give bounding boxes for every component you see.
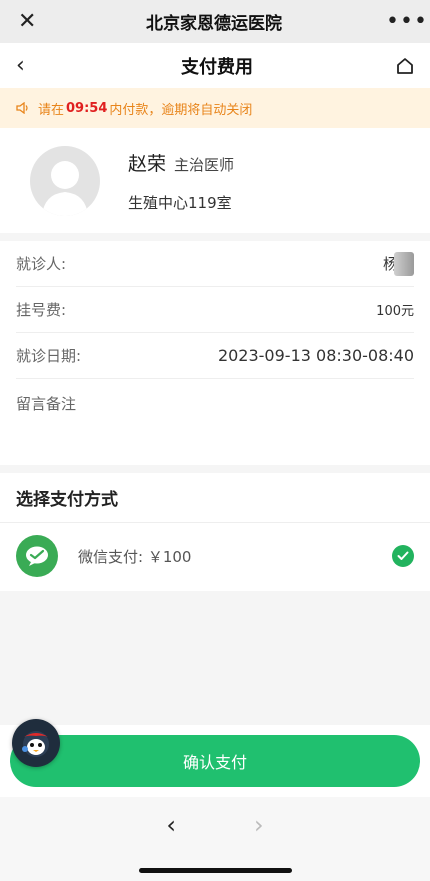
date-label: 就诊日期: — [16, 347, 82, 365]
fee-label: 挂号费: — [16, 301, 67, 319]
wechat-title-bar: ✕ 北京家恩德运医院 ••• — [0, 0, 430, 43]
patient-row[interactable]: 就诊人: 杨 — [16, 241, 414, 287]
doctor-name: 赵荣 — [128, 152, 167, 175]
wechat-pay-icon — [16, 535, 58, 577]
home-icon[interactable] — [394, 55, 416, 77]
browser-bottom-bar: ‹ › — [0, 797, 430, 881]
fee-row: 挂号费: 100元 — [16, 287, 414, 333]
note-row[interactable]: 留言备注 — [16, 379, 414, 459]
page-title: 北京家恩德运医院 — [146, 14, 282, 34]
notice-suffix: 内付款，逾期将自动关闭 — [109, 102, 253, 118]
avatar — [30, 145, 100, 216]
countdown-time: 09:54 — [66, 100, 108, 116]
notice-prefix: 请在 — [38, 102, 65, 118]
page-header: ‹ 支付费用 — [0, 43, 430, 88]
selected-check-icon[interactable] — [392, 545, 414, 567]
doctor-avatar-icon — [42, 160, 88, 216]
speaker-icon — [16, 102, 30, 114]
home-indicator — [139, 868, 292, 873]
payment-countdown-notice: 请在 09:54 内付款，逾期将自动关闭 — [0, 88, 430, 128]
more-icon[interactable]: ••• — [386, 10, 427, 32]
doctor-title: 主治医师 — [174, 155, 235, 174]
back-icon[interactable]: ‹ — [16, 53, 40, 78]
payment-heading: 选择支付方式 — [0, 473, 430, 523]
patient-label: 就诊人: — [16, 255, 67, 273]
browser-forward-icon[interactable]: › — [254, 811, 264, 839]
appointment-details: 就诊人: 杨 挂号费: 100元 就诊日期: 2023-09-13 08:30-… — [0, 241, 430, 465]
browser-back-icon[interactable]: ‹ — [166, 811, 176, 839]
divider — [0, 465, 430, 473]
note-label: 留言备注 — [16, 395, 77, 413]
divider — [0, 233, 430, 241]
date-row: 就诊日期: 2023-09-13 08:30-08:40 — [16, 333, 414, 379]
confirm-bar: 确认支付 — [0, 725, 430, 797]
payment-method-section: 选择支付方式 微信支付: ￥100 — [0, 473, 430, 591]
close-icon[interactable]: ✕ — [18, 9, 42, 34]
payment-method-label: 微信支付: ￥100 — [78, 547, 192, 566]
fee-value: 100元 — [376, 304, 414, 319]
wechat-pay-option[interactable]: 微信支付: ￥100 — [0, 523, 430, 589]
doctor-department: 生殖中心119室 — [128, 193, 232, 212]
assistant-mascot-icon[interactable] — [12, 719, 60, 767]
date-value: 2023-09-13 08:30-08:40 — [217, 346, 414, 365]
redacted-blur — [394, 251, 414, 276]
confirm-pay-button[interactable]: 确认支付 — [10, 735, 420, 787]
header-title: 支付费用 — [181, 56, 253, 78]
doctor-card: 赵荣 主治医师 生殖中心119室 — [0, 128, 430, 233]
